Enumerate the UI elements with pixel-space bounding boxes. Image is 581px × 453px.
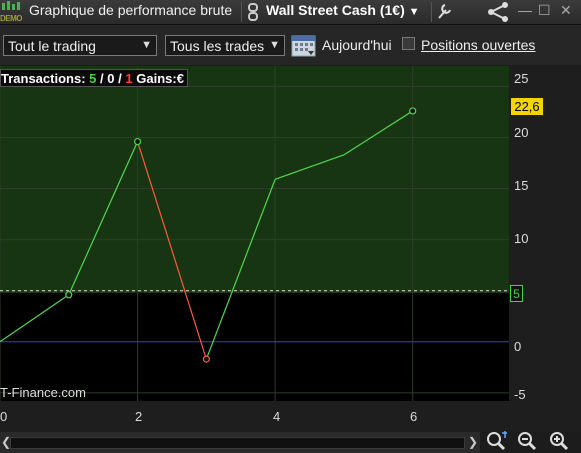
series-segment [205,179,276,360]
scroll-right-icon[interactable]: ❯ [468,435,478,449]
zoom-out-icon[interactable] [516,430,540,452]
x-tick-label: 0 [0,409,8,424]
y-tick-label: 15 [514,178,529,193]
trades-summary: Transactions: 5 / 0 / 1 Gains:€ [0,69,188,87]
calendar-icon[interactable] [291,33,316,57]
performance-chart[interactable]: Transactions: 5 / 0 / 1 Gains:€ T-Financ… [0,66,509,401]
series-segment [343,110,414,156]
summary-separator: / [118,71,122,86]
window-title: Graphique de performance brute [29,2,233,18]
y-tick-label: 20 [514,125,529,140]
link-icon[interactable] [246,3,260,21]
y-tick-label: -5 [514,387,526,402]
data-point [409,107,417,115]
x-axis[interactable] [0,401,581,432]
x-tick-label: 2 [135,409,143,424]
app-logo: DEMO [0,0,25,24]
x-tick-label: 6 [410,409,418,424]
chevron-down-icon: ▼ [269,39,280,51]
watermark: T-Finance.com [0,385,86,400]
y-tick-label: 0 [514,339,522,354]
chart-plot [0,66,509,401]
series-segment [68,141,139,296]
wrench-icon[interactable] [436,1,454,21]
period-select[interactable]: Tout le trading ▼ [3,35,157,56]
series-segment [274,154,345,180]
data-point [202,355,210,363]
last-value-badge: 22,6 [511,98,543,115]
y-tick-label: 10 [514,231,529,246]
transactions-label: Transactions: [1,71,86,86]
open-positions-checkbox[interactable] [402,37,415,50]
losses-count: 1 [125,71,133,86]
horizontal-scrollbar[interactable]: ❮ ❯ [0,432,480,453]
gains-unit: € [176,71,184,86]
y-tick-label: 25 [514,71,529,86]
instrument-select[interactable]: Wall Street Cash (1€) ▼ [266,2,420,18]
series-segment [136,141,207,360]
scroll-track[interactable] [10,437,465,449]
x-tick-label: 4 [273,409,281,424]
title-separator [241,2,242,22]
minimize-icon[interactable]: — [518,2,532,18]
summary-separator: / [100,71,104,86]
close-icon[interactable]: ✕ [560,2,572,19]
gains-label: Gains: [136,71,177,86]
chevron-down-icon: ▼ [141,39,152,51]
zoom-in-icon[interactable] [548,430,572,452]
share-icon[interactable] [486,1,510,23]
maximize-icon[interactable]: ☐ [538,2,551,19]
data-point [133,137,142,146]
demo-badge: DEMO [0,14,23,23]
today-button[interactable]: Aujourd'hui [322,37,392,53]
open-positions-label[interactable]: Positions ouvertes [421,37,535,53]
chevron-down-icon: ▼ [408,6,420,18]
trades-select[interactable]: Tous les trades ▼ [165,35,285,56]
zoom-fit-icon[interactable] [485,430,509,452]
data-point [65,291,73,299]
title-separator [431,2,432,22]
reference-level-badge: 5 [510,285,523,302]
series-segment [0,294,70,343]
neutral-count: 0 [107,71,115,86]
wins-count: 5 [89,71,97,86]
